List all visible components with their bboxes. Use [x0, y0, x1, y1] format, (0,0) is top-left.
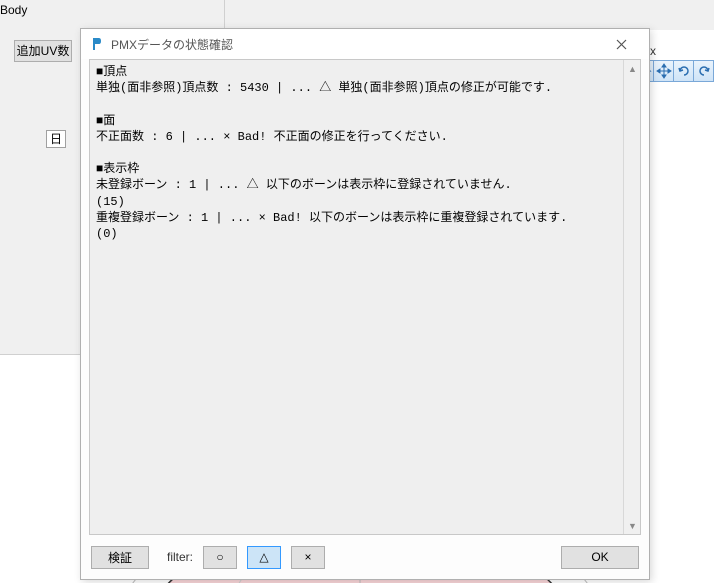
move-icon[interactable] [653, 61, 673, 81]
filter-label: filter: [167, 550, 193, 564]
scroll-down-icon[interactable]: ▼ [624, 517, 641, 534]
report-textarea[interactable]: ■頂点 単独(面非参照)頂点数 : 5430 | ... △ 単独(面非参照)頂… [89, 59, 641, 535]
rotate-back-icon[interactable] [693, 61, 713, 81]
verify-button[interactable]: 検証 [91, 546, 149, 569]
close-icon [616, 39, 627, 50]
section-display-line1: 未登録ボーン : 1 | ... △ 以下のボーンは表示枠に登録されていません. [96, 178, 512, 192]
day-box[interactable]: 日 [46, 130, 66, 148]
report-content: ■頂点 単独(面非参照)頂点数 : 5430 | ... △ 単独(面非参照)頂… [96, 64, 620, 242]
uv-count-button[interactable]: 追加UV数 [14, 40, 72, 62]
filter-x-button[interactable]: × [291, 546, 325, 569]
dialog-footer: 検証 filter: ○ △ × OK [81, 541, 649, 579]
section-display-line3: 重複登録ボーン : 1 | ... × Bad! 以下のボーンは表示枠に重複登録… [96, 211, 567, 225]
filter-circle-button[interactable]: ○ [203, 546, 237, 569]
scroll-up-icon[interactable]: ▲ [624, 60, 641, 77]
section-vertices-line: 単独(面非参照)頂点数 : 5430 | ... △ 単独(面非参照)頂点の修正… [96, 81, 552, 95]
pmx-status-dialog: PMXデータの状態確認 ■頂点 単独(面非参照)頂点数 : 5430 | ...… [80, 28, 650, 580]
scrollbar[interactable]: ▲ ▼ [623, 60, 640, 534]
dialog-title: PMXデータの状態確認 [111, 36, 601, 53]
section-faces-head: ■面 [96, 114, 115, 128]
app-icon [89, 36, 105, 52]
section-faces-line: 不正面数 : 6 | ... × Bad! 不正面の修正を行ってください. [96, 130, 448, 144]
section-display-line4: (0) [96, 227, 118, 241]
dialog-titlebar[interactable]: PMXデータの状態確認 [81, 29, 649, 59]
body-label: Body [0, 3, 27, 17]
section-display-head: ■表示枠 [96, 162, 139, 176]
filter-triangle-button[interactable]: △ [247, 546, 281, 569]
ok-button[interactable]: OK [561, 546, 639, 569]
section-vertices-head: ■頂点 [96, 65, 127, 79]
section-display-line2: (15) [96, 195, 125, 209]
rotate-fwd-icon[interactable] [673, 61, 693, 81]
close-button[interactable] [601, 32, 641, 56]
